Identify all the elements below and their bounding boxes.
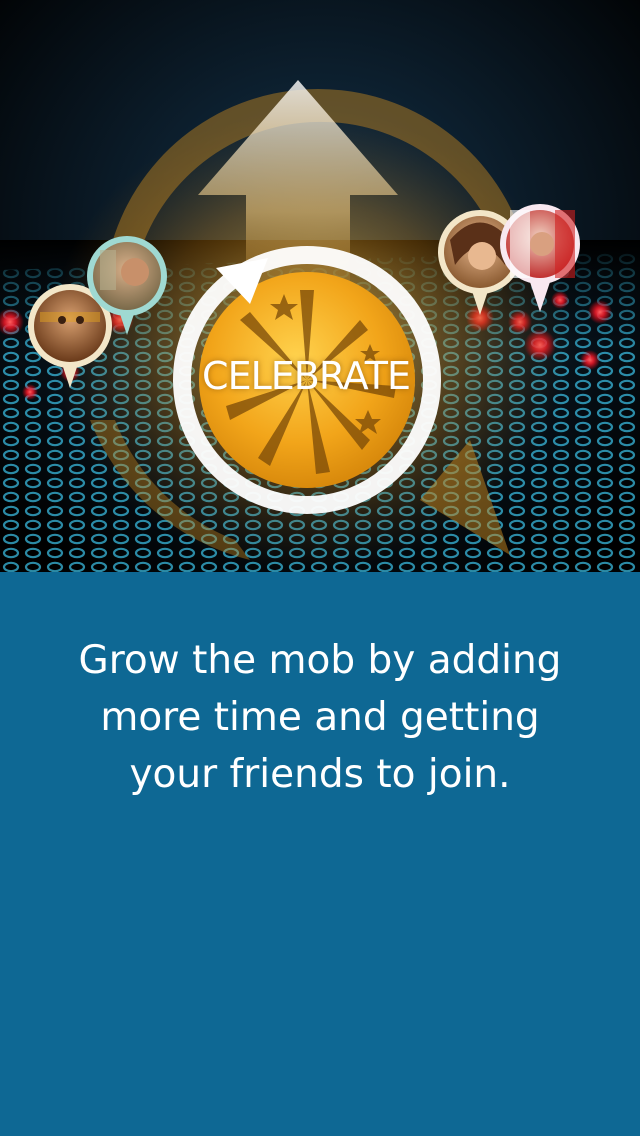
- map-background: [0, 0, 640, 572]
- tagline-line-2: more time and getting: [100, 695, 540, 740]
- tagline-line-1: Grow the mob by adding: [78, 638, 562, 683]
- tagline: Grow the mob by adding more time and get…: [40, 632, 600, 803]
- info-panel: Grow the mob by adding more time and get…: [0, 572, 640, 1136]
- celebrate-label: CELEBRATE: [202, 354, 411, 398]
- tagline-line-3: your friends to join.: [129, 752, 511, 797]
- onboarding-screen: CELEBRATE Grow the mob by adding more ti…: [0, 0, 640, 1136]
- hero-illustration: CELEBRATE: [0, 0, 640, 572]
